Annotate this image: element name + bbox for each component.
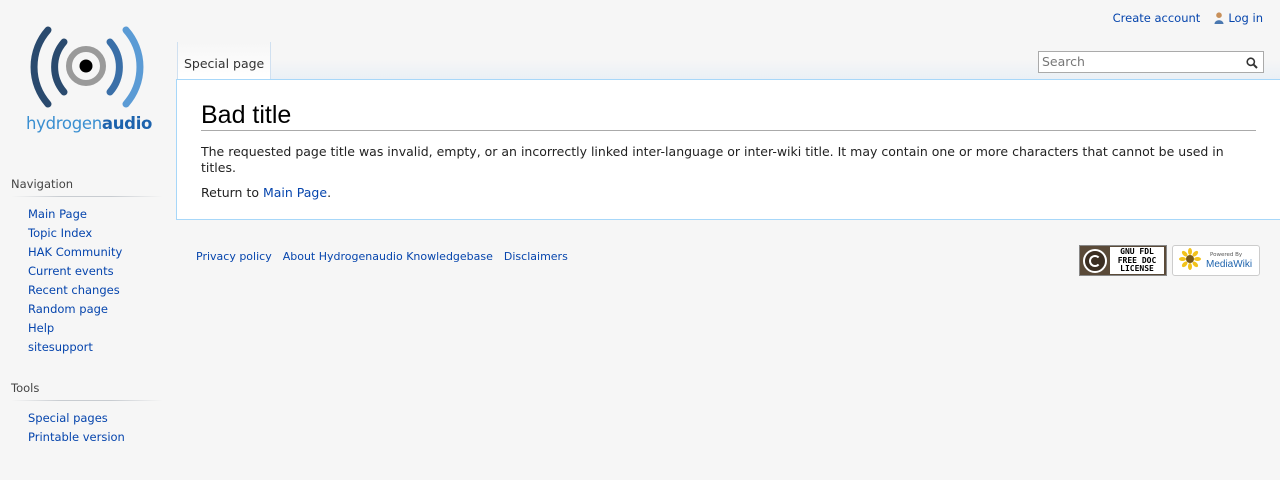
gfdl-line-3: LICENSE bbox=[1120, 264, 1154, 274]
copyleft-icon bbox=[1083, 248, 1107, 273]
personal-tools: Create account Log in bbox=[1113, 11, 1263, 25]
sidebar-item-sitesupport[interactable]: sitesupport bbox=[28, 340, 93, 354]
sidebar-item-current-events[interactable]: Current events bbox=[28, 264, 114, 278]
powered-by-text: Powered By bbox=[1210, 252, 1243, 258]
return-line: Return to Main Page. bbox=[201, 185, 1256, 201]
tools-heading: Tools bbox=[11, 381, 163, 401]
main-content: Bad title The requested page title was i… bbox=[176, 79, 1280, 220]
mediawiki-text: MediaWiki bbox=[1206, 259, 1253, 270]
gnu-fdl-badge[interactable]: GNU FDL FREE DOC LICENSE bbox=[1079, 245, 1167, 276]
search-icon[interactable] bbox=[1246, 57, 1258, 72]
create-account-link[interactable]: Create account bbox=[1113, 11, 1201, 25]
log-in-link[interactable]: Log in bbox=[1228, 11, 1263, 25]
sidebar-navigation: Navigation Main Page Topic Index HAK Com… bbox=[11, 177, 163, 357]
sidebar-item-hak-community[interactable]: HAK Community bbox=[28, 245, 122, 259]
sidebar-item-main-page[interactable]: Main Page bbox=[28, 207, 87, 221]
search-placeholder: Search bbox=[1042, 54, 1085, 69]
radio-waves-icon bbox=[30, 26, 144, 108]
about-link[interactable]: About Hydrogenaudio Knowledgebase bbox=[283, 250, 493, 263]
sidebar-item-help[interactable]: Help bbox=[28, 321, 54, 335]
privacy-policy-link[interactable]: Privacy policy bbox=[196, 250, 272, 263]
user-icon bbox=[1214, 12, 1224, 24]
site-logo[interactable]: hydrogenaudio bbox=[20, 22, 156, 140]
main-page-link[interactable]: Main Page bbox=[263, 185, 327, 200]
sidebar-item-random-page[interactable]: Random page bbox=[28, 302, 108, 316]
search-input[interactable]: Search bbox=[1038, 51, 1264, 73]
sidebar-item-special-pages[interactable]: Special pages bbox=[28, 411, 108, 425]
sidebar-tools: Tools Special pages Printable version bbox=[11, 381, 163, 447]
mediawiki-flower-icon bbox=[1179, 247, 1201, 274]
footer-links: Privacy policy About Hydrogenaudio Knowl… bbox=[196, 250, 568, 263]
sidebar-item-topic-index[interactable]: Topic Index bbox=[28, 226, 92, 240]
sidebar-item-recent-changes[interactable]: Recent changes bbox=[28, 283, 120, 297]
sidebar-item-printable-version[interactable]: Printable version bbox=[28, 430, 125, 444]
tab-special-page[interactable]: Special page bbox=[177, 42, 272, 79]
return-suffix: . bbox=[327, 185, 332, 200]
page-title: Bad title bbox=[201, 100, 1256, 131]
powered-by-mediawiki-badge[interactable]: Powered By MediaWiki bbox=[1172, 245, 1260, 276]
gfdl-badge-text: GNU FDL FREE DOC LICENSE bbox=[1110, 247, 1164, 274]
error-message: The requested page title was invalid, em… bbox=[201, 144, 1224, 175]
disclaimers-link[interactable]: Disclaimers bbox=[504, 250, 568, 263]
footer-icons: GNU FDL FREE DOC LICENSE Powered By Medi… bbox=[1079, 245, 1260, 276]
return-prefix: Return to bbox=[201, 185, 263, 200]
navigation-heading: Navigation bbox=[11, 177, 163, 197]
logo-wordmark: hydrogenaudio bbox=[26, 114, 153, 133]
